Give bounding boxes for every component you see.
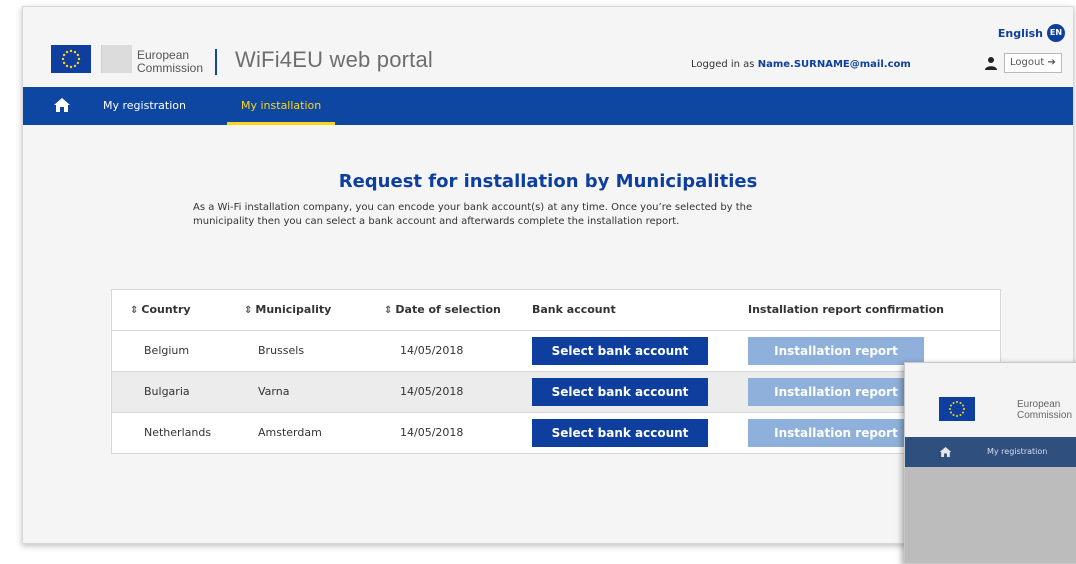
- portal-title: WiFi4EU web portal: [235, 47, 433, 72]
- table-row: Belgium Brussels 14/05/2018 Select bank …: [112, 330, 1000, 371]
- cell-date: 14/05/2018: [400, 426, 464, 439]
- table-row: Bulgaria Varna 14/05/2018 Select bank ac…: [112, 371, 1000, 412]
- overlay-screenshot: European Commission My registration: [904, 362, 1076, 564]
- page-title: Request for installation by Municipaliti…: [338, 171, 758, 192]
- table-header: ⇕ Country ⇕ Municipality ⇕ Date of selectio…: [112, 290, 1000, 330]
- logo-bars: [101, 45, 132, 73]
- cell-country: Belgium: [144, 344, 190, 357]
- col-report: Installation report confirmation: [748, 303, 944, 316]
- logout-icon: ➔: [1047, 57, 1056, 68]
- col-date[interactable]: ⇕ Date of selection: [384, 290, 501, 330]
- intro-text: As a Wi-Fi installation company, you can…: [193, 201, 893, 229]
- cell-municipality: Brussels: [258, 344, 305, 357]
- inset-nav-my-registration: My registration: [987, 447, 1048, 456]
- nav-item-my-installation[interactable]: My installation: [227, 87, 336, 125]
- logout-button[interactable]: Logout ➔: [1004, 53, 1062, 73]
- logo-divider: [215, 49, 217, 75]
- org-line-2: Commission: [137, 61, 204, 75]
- table-row: Netherlands Amsterdam 14/05/2018 Select …: [112, 412, 1000, 453]
- select-bank-account-button[interactable]: Select bank account: [532, 419, 708, 447]
- language-code-badge[interactable]: EN: [1047, 24, 1065, 42]
- site-header: European Commission WiFi4EU web portal E…: [23, 7, 1073, 87]
- select-bank-account-button[interactable]: Select bank account: [532, 378, 708, 406]
- cell-date: 14/05/2018: [400, 385, 464, 398]
- inset-body: [905, 467, 1076, 563]
- eu-flag-icon: [51, 45, 91, 73]
- user-email: Name.SURNAME@mail.com: [757, 59, 911, 70]
- logged-in-info: Logged in as Name.SURNAME@mail.com: [691, 59, 911, 70]
- org-name: European Commission: [137, 49, 203, 75]
- inset-nav: My registration: [905, 437, 1076, 467]
- cell-country: Bulgaria: [144, 385, 190, 398]
- user-icon: [985, 57, 997, 70]
- intro-line-1: As a Wi-Fi installation company, you can…: [193, 202, 753, 213]
- inset-org-name: European Commission: [1017, 399, 1073, 421]
- nav-item-my-registration[interactable]: My registration: [103, 87, 186, 125]
- eu-flag-icon: [939, 397, 975, 421]
- home-icon: [939, 446, 952, 458]
- inset-header: European Commission: [905, 363, 1076, 437]
- sort-icon: ⇕: [244, 305, 253, 316]
- col-country[interactable]: ⇕ Country: [130, 290, 191, 330]
- sort-icon: ⇕: [384, 305, 393, 316]
- cell-date: 14/05/2018: [400, 344, 464, 357]
- cell-municipality: Varna: [258, 385, 290, 398]
- main-nav: My registration My installation: [23, 87, 1073, 125]
- logout-label: Logout: [1010, 57, 1045, 68]
- installation-report-button[interactable]: Installation report: [748, 378, 924, 406]
- select-bank-account-button[interactable]: Select bank account: [532, 337, 708, 365]
- installation-report-button[interactable]: Installation report: [748, 419, 924, 447]
- col-municipality[interactable]: ⇕ Municipality: [244, 290, 331, 330]
- installation-report-button[interactable]: Installation report: [748, 337, 924, 365]
- col-bank-account: Bank account: [532, 303, 616, 316]
- language-selector[interactable]: English: [998, 27, 1043, 40]
- home-icon[interactable]: [53, 97, 71, 113]
- intro-line-2: municipality then you can select a bank …: [193, 216, 680, 227]
- logged-in-prefix: Logged in as: [691, 59, 755, 70]
- sort-icon: ⇕: [130, 305, 139, 316]
- cell-municipality: Amsterdam: [258, 426, 322, 439]
- cell-country: Netherlands: [144, 426, 212, 439]
- installation-table: ⇕ Country ⇕ Municipality ⇕ Date of selectio…: [111, 289, 1001, 454]
